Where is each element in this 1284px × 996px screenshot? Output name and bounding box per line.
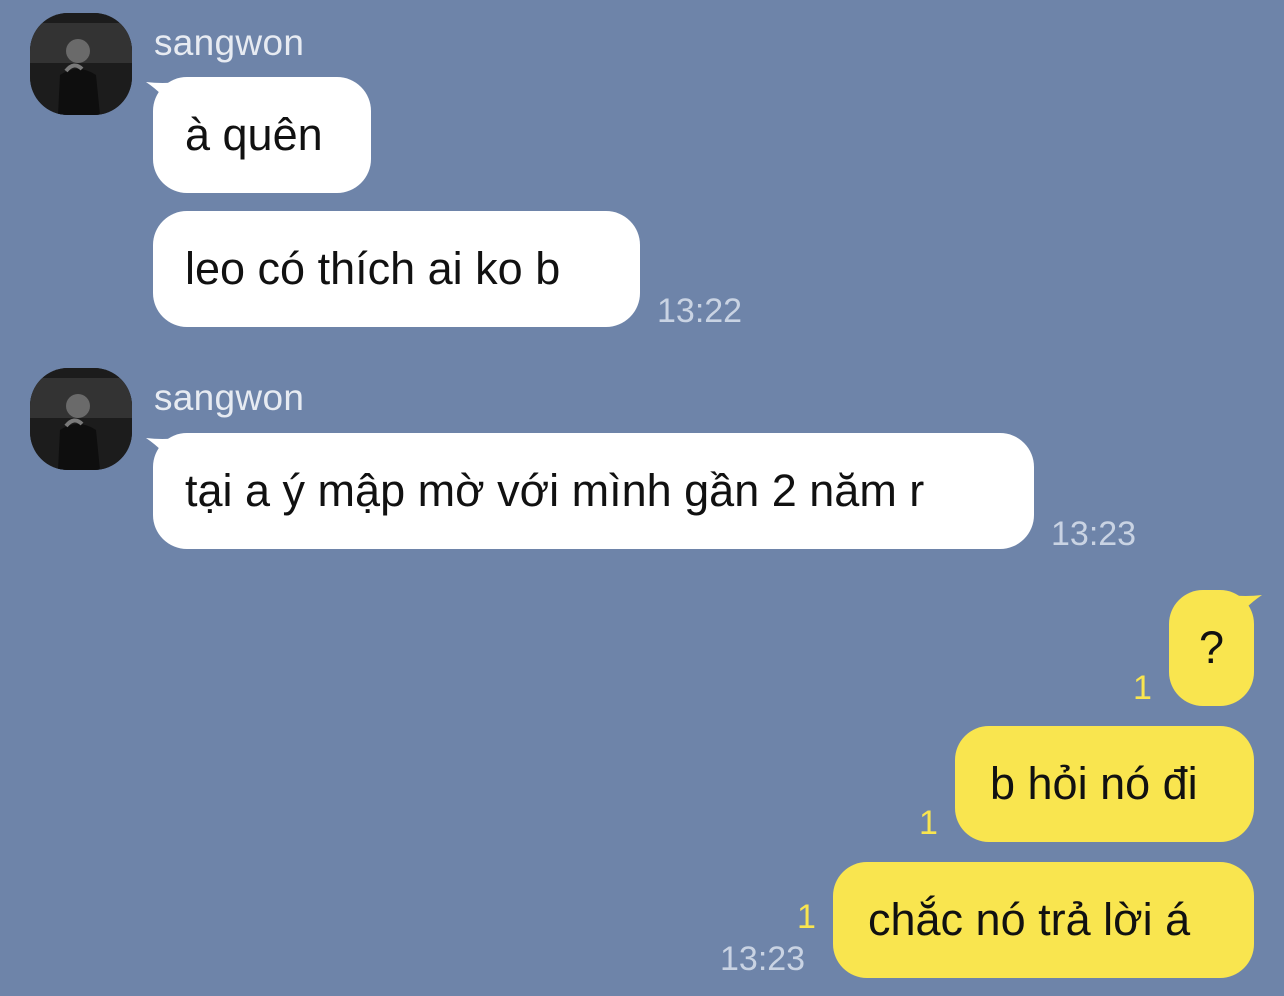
message-text: chắc nó trả lời á	[868, 894, 1191, 945]
unread-count: 1	[797, 898, 816, 936]
message-text: tại a ý mập mờ với mình gần 2 năm r	[185, 465, 925, 516]
sender-name: sangwon	[154, 377, 305, 418]
incoming-message-bubble[interactable]: à quên	[153, 77, 371, 193]
profile-photo-icon	[30, 13, 132, 115]
outgoing-message-bubble[interactable]: ?	[1169, 590, 1254, 706]
incoming-message-bubble[interactable]: tại a ý mập mờ với mình gần 2 năm r	[153, 433, 1034, 549]
message-text: ?	[1198, 622, 1225, 673]
profile-photo-icon	[30, 368, 132, 470]
message-timestamp: 13:23	[720, 940, 806, 978]
message-text: b hỏi nó đi	[990, 758, 1198, 809]
sender-avatar[interactable]	[30, 368, 132, 470]
message-timestamp: 13:22	[657, 292, 743, 330]
message-text: leo có thích ai ko b	[185, 243, 561, 294]
message-timestamp: 13:23	[1051, 515, 1137, 553]
incoming-message-bubble[interactable]: leo có thích ai ko b	[153, 211, 640, 327]
unread-count: 1	[1133, 669, 1152, 707]
sender-name: sangwon	[154, 22, 305, 63]
message-text: à quên	[185, 109, 323, 160]
outgoing-message-bubble[interactable]: b hỏi nó đi	[955, 726, 1254, 842]
outgoing-message-bubble[interactable]: chắc nó trả lời á	[833, 862, 1254, 978]
sender-avatar[interactable]	[30, 13, 132, 115]
unread-count: 1	[919, 804, 938, 842]
